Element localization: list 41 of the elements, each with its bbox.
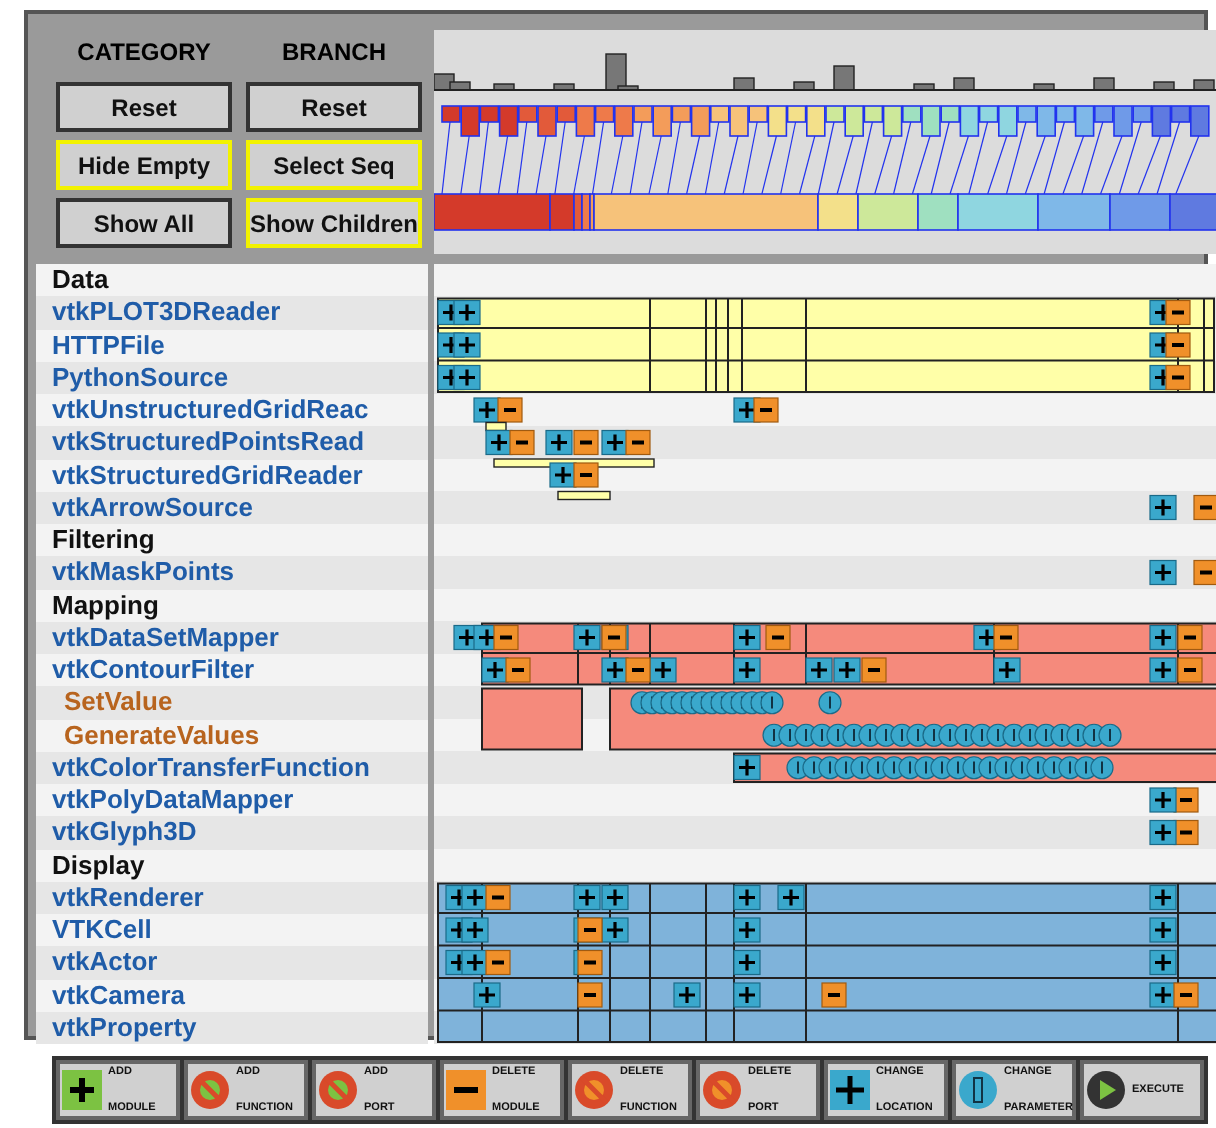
category-heading[interactable]: Data	[36, 264, 428, 297]
forbidden-icon	[702, 1070, 742, 1110]
module-label[interactable]: vtkMaskPoints	[36, 556, 428, 589]
module-label[interactable]: vtkStructuredPointsRead	[36, 426, 428, 459]
module-label[interactable]: vtkPLOT3DReader	[36, 296, 428, 329]
branch-heading: BRANCH	[280, 38, 388, 70]
module-label[interactable]: vtkRenderer	[36, 881, 428, 914]
category-heading: CATEGORY	[75, 38, 213, 70]
module-label[interactable]: vtkContourFilter	[36, 654, 428, 687]
move-icon	[830, 1070, 870, 1110]
module-label[interactable]: vtkPolyDataMapper	[36, 784, 428, 817]
branch-button[interactable]: Show Children	[246, 198, 422, 248]
branch-button[interactable]: Select Seq	[246, 140, 422, 190]
forbidden-icon	[574, 1070, 614, 1110]
plus-icon	[62, 1070, 102, 1110]
module-label[interactable]: vtkStructuredGridReader	[36, 459, 428, 492]
category-heading[interactable]: Filtering	[36, 524, 428, 557]
module-label[interactable]: vtkActor	[36, 946, 428, 979]
category-heading[interactable]: Display	[36, 849, 428, 882]
module-label[interactable]: vtkColorTransferFunction	[36, 751, 428, 784]
module-label[interactable]: vtkUnstructuredGridReac	[36, 394, 428, 427]
module-label[interactable]: vtkCamera	[36, 979, 428, 1012]
minus-icon	[446, 1070, 486, 1110]
function-label[interactable]: SetValue	[36, 686, 428, 719]
category-button[interactable]: Hide Empty	[56, 140, 232, 190]
play-icon	[1086, 1070, 1126, 1110]
forbidden-icon	[318, 1070, 358, 1110]
category-button[interactable]: Show All	[56, 198, 232, 248]
module-label[interactable]: PythonSource	[36, 361, 428, 394]
module-label[interactable]: vtkGlyph3D	[36, 816, 428, 849]
parameter-icon	[958, 1070, 998, 1110]
category-heading[interactable]: Mapping	[36, 589, 428, 622]
module-label[interactable]: vtkArrowSource	[36, 491, 428, 524]
forbidden-icon	[190, 1070, 230, 1110]
category-button[interactable]: Reset	[56, 82, 232, 132]
function-label[interactable]: GenerateValues	[36, 719, 428, 752]
module-label[interactable]: vtkProperty	[36, 1011, 428, 1044]
module-label[interactable]: HTTPFile	[36, 329, 428, 362]
module-label[interactable]: VTKCell	[36, 914, 428, 947]
module-label[interactable]: vtkDataSetMapper	[36, 621, 428, 654]
branch-button[interactable]: Reset	[246, 82, 422, 132]
